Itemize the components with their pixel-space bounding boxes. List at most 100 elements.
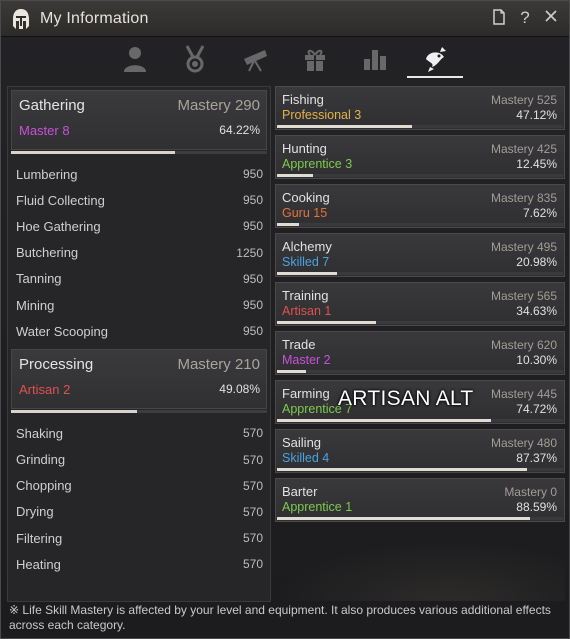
skill-name: Training bbox=[282, 288, 329, 303]
skill-grade: Guru 15 bbox=[282, 206, 328, 220]
skill-grade: Apprentice 1 bbox=[282, 500, 353, 514]
life-skill-icon bbox=[426, 47, 446, 72]
footer-note: ※ Life Skill Mastery is affected by your… bbox=[9, 603, 551, 632]
sub-skill-row[interactable]: Water Scooping 950 bbox=[8, 318, 270, 344]
skill-mastery: Mastery 445 bbox=[490, 387, 557, 401]
processing-title: Processing bbox=[19, 356, 94, 374]
sub-skill-label: Grinding bbox=[16, 452, 66, 468]
gathering-grade: Master 8 bbox=[19, 123, 70, 138]
skill-card-training[interactable]: Training Mastery 565 Artisan 1 34.63% bbox=[275, 282, 565, 326]
sub-skill-value: 950 bbox=[242, 193, 263, 208]
skill-percent: 12.45% bbox=[516, 157, 557, 171]
skill-percent: 20.98% bbox=[516, 255, 557, 269]
sub-skill-value: 1250 bbox=[236, 245, 263, 260]
sub-skill-value: 570 bbox=[242, 478, 263, 493]
skill-grade: Artisan 1 bbox=[282, 304, 332, 318]
skill-percent: 7.62% bbox=[522, 206, 557, 220]
sub-skill-row[interactable]: Mining 950 bbox=[8, 292, 270, 318]
sub-skill-value: 570 bbox=[242, 531, 263, 546]
sub-skill-row[interactable]: Drying 570 bbox=[8, 499, 270, 525]
title-bar[interactable]: My Information ? bbox=[1, 1, 569, 37]
sub-skill-row[interactable]: Shaking 570 bbox=[8, 420, 270, 446]
processing-sub-list: Shaking 570 Grinding 570 Chopping 570 Drying 57… bbox=[8, 413, 270, 577]
skill-percent: 34.63% bbox=[516, 304, 557, 318]
skill-name: Cooking bbox=[282, 190, 330, 205]
skill-percent: 88.59% bbox=[516, 500, 557, 514]
sub-skill-row[interactable]: Heating 570 bbox=[8, 551, 270, 577]
sub-skill-value: 570 bbox=[242, 557, 263, 572]
skill-name: Trade bbox=[282, 337, 316, 352]
sub-skill-label: Tanning bbox=[16, 271, 62, 287]
skill-card-alchemy[interactable]: Alchemy Mastery 495 Skilled 7 20.98% bbox=[275, 233, 565, 277]
skill-name: Sailing bbox=[282, 435, 322, 450]
tab-gift[interactable] bbox=[285, 38, 345, 80]
skill-card-trade[interactable]: Trade Mastery 620 Master 2 10.30% bbox=[275, 331, 565, 375]
skill-percent: 47.12% bbox=[516, 108, 557, 122]
sub-skill-value: 570 bbox=[242, 426, 263, 441]
skill-card-fishing[interactable]: Fishing Mastery 525 Professional 3 47.12% bbox=[275, 86, 565, 130]
sub-skill-label: Heating bbox=[16, 556, 61, 572]
bar-chart-icon bbox=[364, 50, 386, 70]
skill-progress-bar bbox=[277, 223, 563, 226]
tab-stats[interactable] bbox=[345, 38, 405, 80]
sub-skill-row[interactable]: Tanning 950 bbox=[8, 266, 270, 292]
watermark-text: ARTISAN ALT bbox=[338, 387, 474, 410]
gift-icon bbox=[305, 49, 325, 71]
tab-telescope[interactable] bbox=[225, 38, 285, 80]
skill-progress-bar bbox=[277, 370, 563, 373]
skill-progress-bar bbox=[277, 517, 563, 520]
skill-card-sailing[interactable]: Sailing Mastery 480 Skilled 4 87.37% bbox=[275, 429, 565, 473]
sub-skill-label: Water Scooping bbox=[16, 323, 109, 339]
close-icon[interactable] bbox=[543, 9, 559, 27]
gathering-processing-panel: Gathering Mastery 290 Master 8 64.22% Lu… bbox=[7, 86, 271, 602]
skill-card-hunting[interactable]: Hunting Mastery 425 Apprentice 3 12.45% bbox=[275, 135, 565, 179]
skill-mastery: Mastery 525 bbox=[490, 93, 557, 107]
sub-skill-label: Drying bbox=[16, 504, 54, 520]
help-icon[interactable]: ? bbox=[517, 9, 533, 27]
skill-mastery: Mastery 480 bbox=[490, 436, 557, 450]
sub-skill-label: Fluid Collecting bbox=[16, 192, 105, 208]
sub-skill-value: 950 bbox=[242, 271, 263, 286]
sub-skill-value: 950 bbox=[242, 167, 263, 182]
gathering-title: Gathering bbox=[19, 97, 85, 114]
page-icon[interactable] bbox=[491, 9, 507, 27]
skill-progress-bar bbox=[277, 272, 563, 275]
skill-progress-bar bbox=[277, 321, 563, 324]
skill-card-cooking[interactable]: Cooking Mastery 835 Guru 15 7.62% bbox=[275, 184, 565, 228]
skill-mastery: Mastery 835 bbox=[490, 191, 557, 205]
sub-skill-row[interactable]: Chopping 570 bbox=[8, 473, 270, 499]
gathering-sub-list: Lumbering 950 Fluid Collecting 950 Hoe Gathe… bbox=[8, 154, 270, 344]
skill-mastery: Mastery 565 bbox=[490, 289, 557, 303]
my-information-window: My Information ? Gathering Mastery 290 M… bbox=[0, 0, 570, 639]
tab-bar bbox=[1, 38, 569, 80]
processing-header[interactable]: Processing Mastery 210 Artisan 2 49.08% bbox=[11, 349, 267, 410]
skill-percent: 87.37% bbox=[516, 451, 557, 465]
sub-skill-row[interactable]: Grinding 570 bbox=[8, 447, 270, 473]
skill-percent: 10.30% bbox=[516, 353, 557, 367]
skill-progress-bar bbox=[277, 419, 563, 422]
skill-name: Hunting bbox=[282, 141, 327, 156]
sub-skill-label: Chopping bbox=[16, 478, 72, 494]
tab-medal[interactable] bbox=[165, 38, 225, 80]
sub-skill-row[interactable]: Lumbering 950 bbox=[8, 161, 270, 187]
processing-grade: Artisan 2 bbox=[19, 382, 71, 398]
gathering-mastery: Mastery 290 bbox=[177, 97, 260, 114]
sub-skill-row[interactable]: Fluid Collecting 950 bbox=[8, 187, 270, 213]
life-skill-list: Fishing Mastery 525 Professional 3 47.12% Hu… bbox=[275, 86, 565, 527]
sub-skill-value: 950 bbox=[242, 219, 263, 234]
sub-skill-value: 570 bbox=[242, 452, 263, 467]
skill-grade: Master 2 bbox=[282, 353, 331, 367]
skill-card-barter[interactable]: Barter Mastery 0 Apprentice 1 88.59% bbox=[275, 478, 565, 522]
sub-skill-row[interactable]: Hoe Gathering 950 bbox=[8, 213, 270, 239]
skill-mastery: Mastery 620 bbox=[490, 338, 557, 352]
tab-character[interactable] bbox=[105, 38, 165, 80]
skill-grade: Skilled 4 bbox=[282, 451, 330, 465]
sub-skill-label: Shaking bbox=[16, 425, 63, 441]
window-title: My Information bbox=[40, 9, 149, 27]
sub-skill-row[interactable]: Filtering 570 bbox=[8, 525, 270, 551]
sub-skill-row[interactable]: Butchering 1250 bbox=[8, 240, 270, 266]
tab-life-skills[interactable] bbox=[405, 38, 465, 80]
skill-mastery: Mastery 0 bbox=[504, 485, 557, 499]
processing-mastery: Mastery 210 bbox=[177, 356, 260, 374]
gathering-header[interactable]: Gathering Mastery 290 Master 8 64.22% bbox=[11, 90, 267, 150]
